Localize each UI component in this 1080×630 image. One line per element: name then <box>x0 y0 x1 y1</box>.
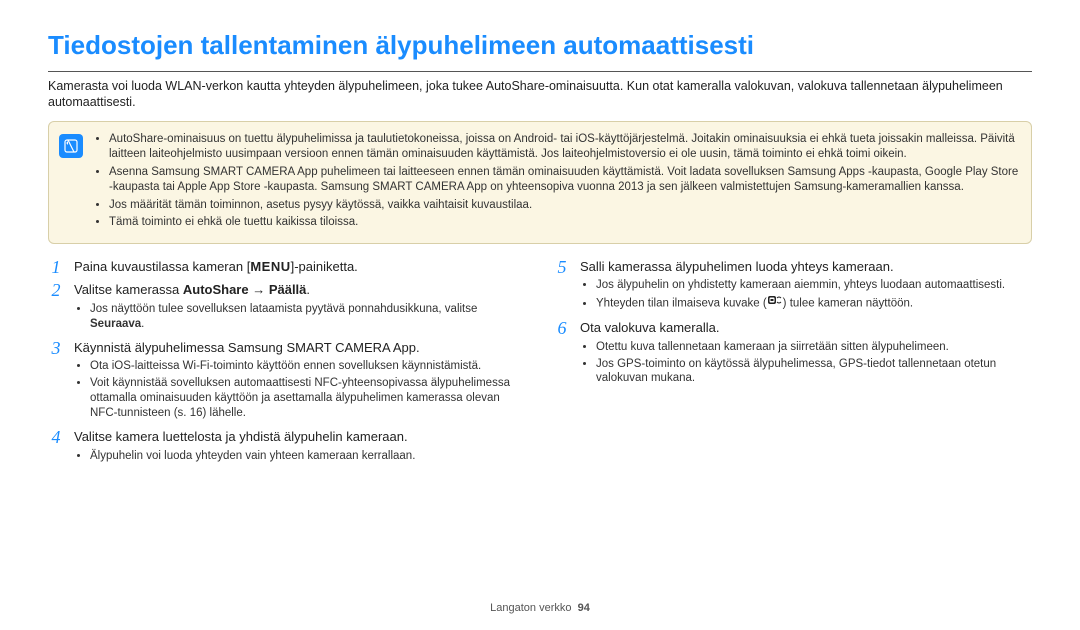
step-body: Salli kamerassa älypuhelimen luoda yhtey… <box>580 258 1032 314</box>
menu-icon: MENU <box>250 258 290 276</box>
document-page: Tiedostojen tallentaminen älypuhelimeen … <box>0 0 1080 630</box>
sub-item: Jos GPS-toiminto on käytössä älypuhelime… <box>596 357 1032 387</box>
text: . <box>141 318 144 330</box>
step-3: 3 Käynnistä älypuhelimessa Samsung SMART… <box>48 339 526 423</box>
text: Yhteyden tilan ilmaiseva kuvake ( <box>596 298 767 310</box>
sub-list: Jos näyttöön tulee sovelluksen lataamist… <box>74 302 526 332</box>
note-list: AutoShare-ominaisuus on tuettu älypuheli… <box>93 132 1019 233</box>
sub-list: Älypuhelin voi luoda yhteyden vain yhtee… <box>74 449 526 464</box>
step-number: 1 <box>48 258 64 277</box>
step-title: Valitse kamerassa AutoShare → Päällä. <box>74 282 310 297</box>
sub-item: Otettu kuva tallennetaan kameraan ja sii… <box>596 340 1032 355</box>
footer-page-number: 94 <box>578 602 590 614</box>
step-4: 4 Valitse kamera luettelosta ja yhdistä … <box>48 428 526 465</box>
divider <box>48 71 1032 72</box>
step-1: 1 Paina kuvaustilassa kameran [MENU]-pai… <box>48 258 526 277</box>
step-number: 6 <box>554 319 570 338</box>
text: . <box>306 282 310 297</box>
page-title: Tiedostojen tallentaminen älypuhelimeen … <box>48 30 1032 61</box>
step-2: 2 Valitse kamerassa AutoShare → Päällä. … <box>48 281 526 333</box>
note-icon <box>59 134 83 158</box>
step-number: 4 <box>48 428 64 447</box>
connection-status-icon <box>767 294 783 311</box>
step-body: Ota valokuva kameralla. Otettu kuva tall… <box>580 319 1032 388</box>
step-number: 5 <box>554 258 570 277</box>
sub-item: Voit käynnistää sovelluksen automaattise… <box>90 376 526 421</box>
note-item: Jos määrität tämän toiminnon, asetus pys… <box>109 198 1019 214</box>
text: Valitse kamerassa <box>74 282 183 297</box>
sub-item: Jos älypuhelin on yhdistetty kameraan ai… <box>596 278 1032 293</box>
step-number: 3 <box>48 339 64 358</box>
bold-text: Seuraava <box>90 318 141 330</box>
sub-list: Jos älypuhelin on yhdistetty kameraan ai… <box>580 278 1032 312</box>
note-item: Tämä toiminto ei ehkä ole tuettu kaikiss… <box>109 215 1019 231</box>
step-5: 5 Salli kamerassa älypuhelimen luoda yht… <box>554 258 1032 314</box>
sub-list: Otettu kuva tallennetaan kameraan ja sii… <box>580 340 1032 387</box>
sub-item: Älypuhelin voi luoda yhteyden vain yhtee… <box>90 449 526 464</box>
sub-item: Ota iOS-laitteissa Wi-Fi-toiminto käyttö… <box>90 359 526 374</box>
text: Jos näyttöön tulee sovelluksen lataamist… <box>90 303 477 315</box>
columns: 1 Paina kuvaustilassa kameran [MENU]-pai… <box>48 258 1032 471</box>
sub-item: Jos näyttöön tulee sovelluksen lataamist… <box>90 302 526 332</box>
intro-paragraph: Kamerasta voi luoda WLAN-verkon kautta y… <box>48 78 1032 111</box>
step-body: Käynnistä älypuhelimessa Samsung SMART C… <box>74 339 526 423</box>
note-item: Asenna Samsung SMART CAMERA App puhelime… <box>109 165 1019 196</box>
step-number: 2 <box>48 281 64 300</box>
footer-section: Langaton verkko <box>490 602 571 614</box>
step-title: Salli kamerassa älypuhelimen luoda yhtey… <box>580 259 894 274</box>
step-6: 6 Ota valokuva kameralla. Otettu kuva ta… <box>554 319 1032 388</box>
sub-list: Ota iOS-laitteissa Wi-Fi-toiminto käyttö… <box>74 359 526 421</box>
note-item: AutoShare-ominaisuus on tuettu älypuheli… <box>109 132 1019 163</box>
step-title: Käynnistä älypuhelimessa Samsung SMART C… <box>74 340 420 355</box>
step-body: Paina kuvaustilassa kameran [MENU]-paini… <box>74 258 526 276</box>
step-title: Paina kuvaustilassa kameran [MENU]-paini… <box>74 259 358 274</box>
note-box: AutoShare-ominaisuus on tuettu älypuheli… <box>48 121 1032 244</box>
left-column: 1 Paina kuvaustilassa kameran [MENU]-pai… <box>48 258 526 471</box>
step-body: Valitse kamera luettelosta ja yhdistä äl… <box>74 428 526 465</box>
page-footer: Langaton verkko 94 <box>0 602 1080 614</box>
bold-text: AutoShare → Päällä <box>183 282 307 297</box>
text: ]-painiketta. <box>291 259 358 274</box>
text: ) tulee kameran näyttöön. <box>783 298 913 310</box>
step-body: Valitse kamerassa AutoShare → Päällä. Jo… <box>74 281 526 333</box>
right-column: 5 Salli kamerassa älypuhelimen luoda yht… <box>554 258 1032 471</box>
text: Paina kuvaustilassa kameran [ <box>74 259 250 274</box>
step-title: Valitse kamera luettelosta ja yhdistä äl… <box>74 429 408 444</box>
sub-item: Yhteyden tilan ilmaiseva kuvake ( ) tulee… <box>596 295 1032 312</box>
step-title: Ota valokuva kameralla. <box>580 320 719 335</box>
